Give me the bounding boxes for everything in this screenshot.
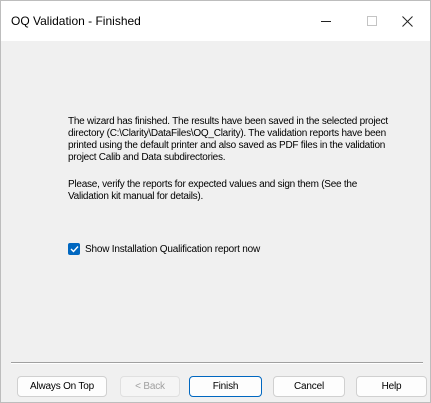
cancel-button[interactable]: Cancel (273, 376, 345, 397)
minimize-button[interactable] (303, 1, 349, 41)
show-iq-report-option[interactable]: Show Installation Qualification report n… (68, 243, 260, 255)
close-button[interactable] (384, 1, 430, 41)
close-icon (401, 15, 413, 27)
show-iq-report-label: Show Installation Qualification report n… (85, 243, 261, 255)
back-button: < Back (120, 376, 180, 397)
window-title: OQ Validation - Finished (11, 14, 141, 28)
help-button[interactable]: Help (356, 376, 427, 397)
verify-instructions: Please, verify the reports for expected … (68, 179, 358, 202)
show-iq-report-checkbox[interactable] (68, 243, 80, 255)
checkmark-icon (70, 246, 79, 253)
always-on-top-button[interactable]: Always On Top (17, 376, 107, 397)
maximize-icon (367, 16, 377, 26)
button-separator (11, 362, 423, 364)
finish-button[interactable]: Finish (189, 376, 262, 397)
minimize-icon (321, 21, 331, 22)
finish-message: The wizard has finished. The results hav… (68, 116, 388, 163)
title-bar[interactable]: OQ Validation - Finished (1, 1, 430, 41)
wizard-window: OQ Validation - Finished The wizard has … (0, 0, 431, 403)
